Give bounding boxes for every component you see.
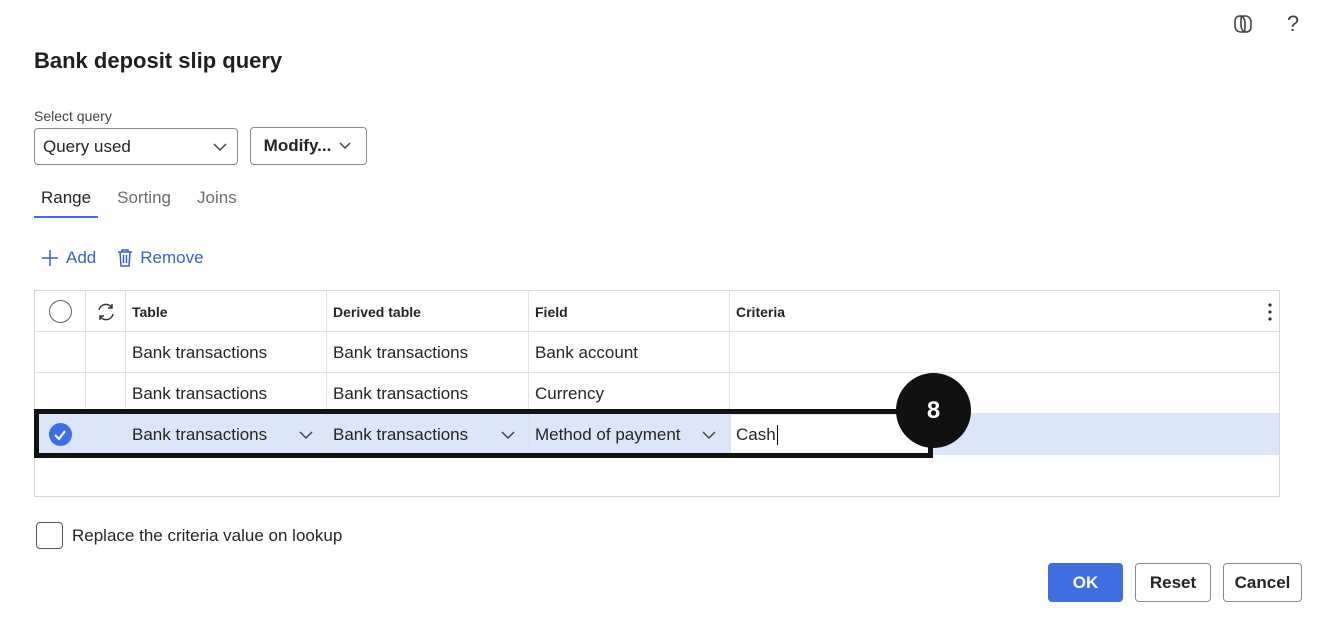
- copilot-icon[interactable]: [1231, 12, 1255, 36]
- help-icon[interactable]: ?: [1281, 11, 1305, 36]
- add-button[interactable]: Add: [40, 248, 96, 268]
- row-derived-table-dropdown[interactable]: Bank transactions: [327, 414, 529, 455]
- column-header-derived-table[interactable]: Derived table: [327, 291, 529, 332]
- row-criteria-cell[interactable]: [730, 332, 1279, 373]
- chevron-down-icon[interactable]: [701, 427, 717, 443]
- row-spacer-cell: [86, 373, 126, 414]
- row-derived-table-value: Bank transactions: [333, 424, 469, 444]
- chevron-down-icon: [213, 142, 227, 151]
- refresh-icon[interactable]: [95, 301, 117, 323]
- row-spacer-cell: [86, 332, 126, 373]
- row-field-value: Method of payment: [535, 424, 681, 444]
- row-selected-check[interactable]: [48, 423, 72, 446]
- row-table-cell[interactable]: Bank transactions: [126, 373, 327, 414]
- select-query-label: Select query: [34, 108, 112, 124]
- table-row[interactable]: Bank transactions Bank transactions Bank…: [35, 332, 1279, 373]
- trash-icon: [118, 249, 133, 267]
- tab-range[interactable]: Range: [34, 184, 99, 218]
- top-toolbar: ?: [1231, 11, 1305, 36]
- tab-joins[interactable]: Joins: [190, 184, 244, 218]
- row-criteria-cell[interactable]: [730, 373, 1279, 414]
- row-table-dropdown[interactable]: Bank transactions: [126, 414, 327, 455]
- row-derived-table-cell[interactable]: Bank transactions: [327, 373, 529, 414]
- query-select[interactable]: Query used: [34, 128, 238, 165]
- modify-button[interactable]: Modify...: [250, 127, 367, 165]
- remove-button[interactable]: Remove: [116, 248, 204, 268]
- row-select-cell[interactable]: [35, 414, 86, 455]
- modify-button-label: Modify...: [263, 136, 332, 155]
- query-select-value: Query used: [43, 136, 131, 156]
- replace-criteria-label: Replace the criteria value on lookup: [72, 525, 343, 545]
- row-field-dropdown[interactable]: Method of payment: [529, 414, 730, 455]
- row-field-cell[interactable]: Currency: [529, 373, 730, 414]
- row-spacer-cell: [86, 414, 126, 455]
- text-caret: [776, 424, 778, 445]
- footer-buttons: OK Reset Cancel: [1048, 563, 1302, 602]
- table-row-selected[interactable]: Bank transactions Bank transactions Meth…: [35, 414, 1279, 455]
- row-table-value: Bank transactions: [132, 424, 268, 444]
- select-all-cell[interactable]: [35, 291, 86, 332]
- chevron-down-icon[interactable]: [298, 427, 314, 443]
- refresh-cell[interactable]: [86, 291, 126, 332]
- column-header-criteria[interactable]: Criteria: [730, 291, 1279, 332]
- row-select-cell[interactable]: [35, 332, 86, 373]
- criteria-input-value: Cash: [736, 424, 776, 444]
- add-button-label: Add: [66, 248, 97, 267]
- replace-criteria-option[interactable]: Replace the criteria value on lookup: [36, 522, 342, 549]
- row-table-cell[interactable]: Bank transactions: [126, 332, 327, 373]
- chevron-down-icon[interactable]: [500, 427, 516, 443]
- page-title: Bank deposit slip query: [34, 48, 283, 73]
- row-field-cell[interactable]: Bank account: [529, 332, 730, 373]
- query-tabs: Range Sorting Joins: [34, 184, 256, 218]
- cancel-button[interactable]: Cancel: [1223, 563, 1302, 602]
- ok-button[interactable]: OK: [1048, 563, 1123, 602]
- reset-button[interactable]: Reset: [1135, 563, 1211, 602]
- step-badge: 8: [896, 373, 971, 448]
- checkmark-icon: [54, 429, 66, 441]
- column-header-table[interactable]: Table: [126, 291, 327, 332]
- tab-sorting[interactable]: Sorting: [110, 184, 178, 218]
- table-row[interactable]: Bank transactions Bank transactions Curr…: [35, 373, 1279, 414]
- column-header-field[interactable]: Field: [529, 291, 730, 332]
- column-header-criteria-label: Criteria: [736, 303, 786, 320]
- query-range-grid: Table Derived table Field Criteria Bank …: [34, 290, 1280, 497]
- plus-icon: [42, 250, 58, 266]
- row-derived-table-cell[interactable]: Bank transactions: [327, 332, 529, 373]
- grid-actions: Add Remove: [40, 248, 204, 268]
- chevron-down-icon: [339, 142, 351, 150]
- remove-button-label: Remove: [140, 248, 204, 267]
- more-options-icon[interactable]: [1267, 302, 1273, 322]
- grid-header-row: Table Derived table Field Criteria: [35, 291, 1279, 332]
- select-all-radio[interactable]: [48, 300, 72, 323]
- replace-criteria-checkbox[interactable]: [36, 522, 63, 549]
- row-select-cell[interactable]: [35, 373, 86, 414]
